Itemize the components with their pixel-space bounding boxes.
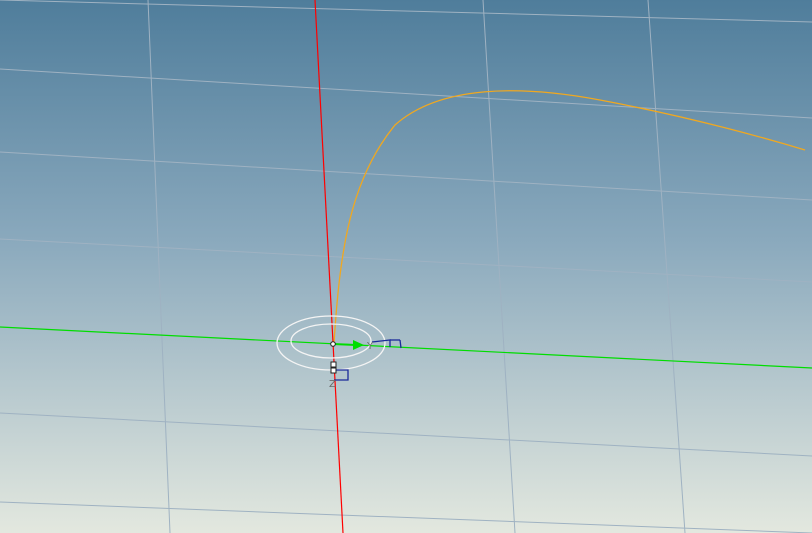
move-arrow-shaft[interactable] — [332, 343, 357, 346]
control-point-handle[interactable] — [330, 361, 337, 368]
y-axis-label: Y — [366, 341, 374, 352]
viewport-canvas[interactable]: Y Z — [0, 0, 812, 533]
viewport-background — [0, 0, 812, 533]
control-point-handle[interactable] — [330, 367, 337, 374]
z-axis-label: Z — [329, 379, 336, 390]
3d-viewport[interactable]: Y Z — [0, 0, 812, 533]
pivot-point[interactable] — [330, 341, 336, 347]
